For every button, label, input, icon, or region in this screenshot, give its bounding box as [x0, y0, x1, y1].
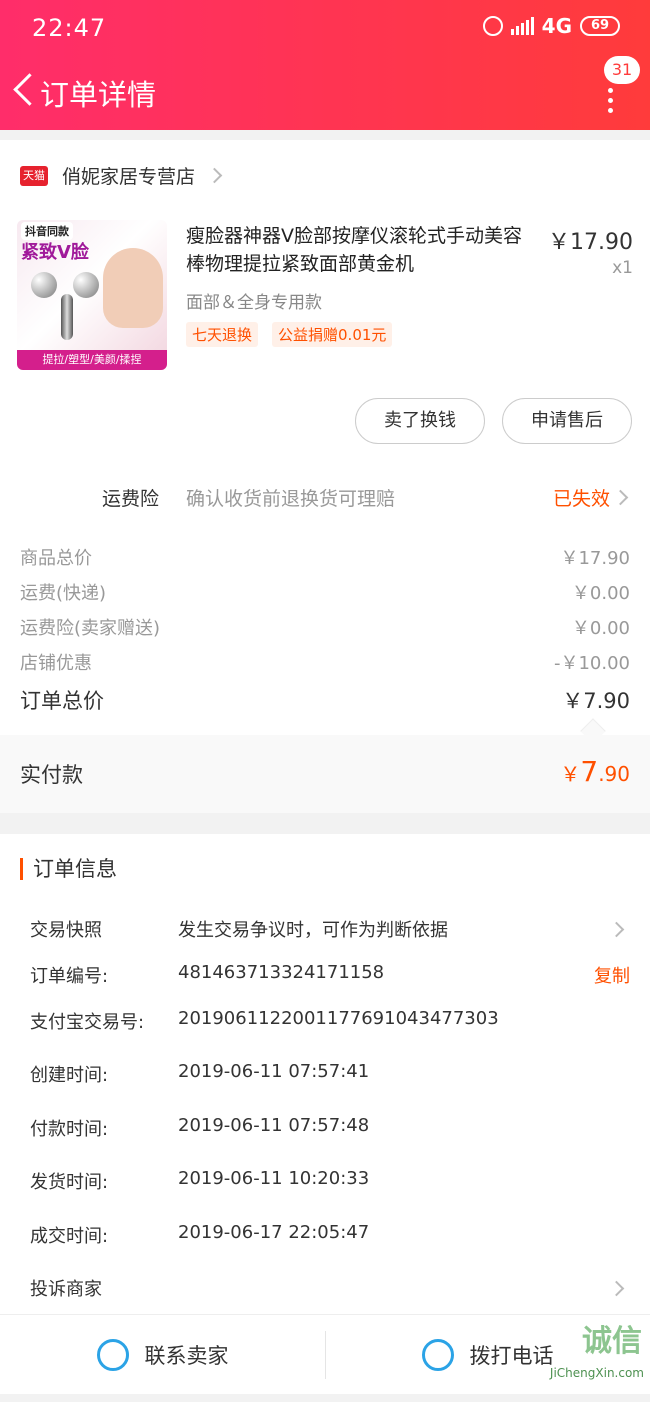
image-tag-main: 紧致V脸 — [21, 242, 89, 263]
status-time: 22:47 — [32, 14, 107, 42]
info-key: 发货时间: — [30, 1172, 109, 1193]
chat-icon — [96, 1339, 129, 1371]
paid-integer: 7 — [580, 755, 599, 788]
copy-button[interactable]: 复制 — [594, 962, 630, 988]
info-key: 成交时间: — [30, 1226, 109, 1247]
bottom-action-bar: 联系卖家 拨打电话 诚信 JiChengXin.com — [0, 1314, 650, 1394]
fee-label: 运费(快递) — [20, 583, 107, 604]
order-card: 天猫 俏妮家居专营店 抖音同款 紧致V脸 提拉/塑型/美颜/揉捏 瘦脸器神器V脸… — [0, 140, 650, 810]
image-band: 提拉/塑型/美颜/揉捏 — [17, 350, 167, 370]
shipped-time-row: 发货时间: 2019-06-11 10:20:33 — [30, 1168, 630, 1198]
header: 22:47 4G 69 订单详情 31 — [0, 0, 650, 130]
phone-icon — [421, 1339, 454, 1371]
info-value: 发生交易争议时，可作为判断依据 — [178, 920, 448, 941]
product-quantity: x1 — [612, 258, 633, 278]
order-info-card: 订单信息 交易快照 发生交易争议时，可作为判断依据 订单编号: 48146371… — [0, 834, 650, 1314]
fee-row: 运费(快递) ￥0.00 — [20, 579, 630, 609]
fee-row: 店铺优惠 -￥10.00 — [20, 649, 630, 679]
signal-icon — [510, 17, 534, 35]
order-number-row: 订单编号: 481463713324171158 复制 — [30, 962, 630, 992]
page-title: 订单详情 — [40, 78, 157, 112]
shipping-insurance-row[interactable]: 运费险 确认收货前退换货可理赔 已失效 — [0, 480, 650, 522]
info-key: 支付宝交易号: — [30, 1012, 145, 1033]
insurance-status: 已失效 — [552, 488, 610, 510]
status-icons: 4G 69 — [482, 14, 620, 38]
alipay-number-row: 支付宝交易号: 2019061122001177691043477303 — [30, 1008, 630, 1038]
product-image[interactable]: 抖音同款 紧致V脸 提拉/塑型/美颜/揉捏 — [17, 220, 167, 370]
fee-label: 店铺优惠 — [20, 653, 92, 674]
info-key: 投诉商家 — [30, 1279, 102, 1300]
info-value: 2019-06-17 22:05:47 — [178, 1222, 370, 1243]
fee-value: ￥0.00 — [571, 618, 630, 639]
call-label: 拨打电话 — [469, 1344, 554, 1368]
order-total-value: ￥7.90 — [562, 689, 630, 713]
nav-bar: 订单详情 31 — [0, 56, 650, 120]
alarm-icon — [482, 16, 503, 36]
chevron-right-icon — [608, 921, 625, 938]
contact-seller-label: 联系卖家 — [144, 1344, 229, 1368]
product-tags: 七天退换 公益捐赠0.01元 — [186, 322, 393, 347]
chevron-right-icon — [206, 167, 223, 184]
tmall-logo-icon: 天猫 — [20, 165, 48, 186]
fee-row: 运费险(卖家赠送) ￥0.00 — [20, 614, 630, 644]
insurance-desc: 确认收货前退换货可理赔 — [186, 488, 396, 510]
after-sale-button[interactable]: 申请售后 — [502, 398, 632, 444]
paid-decimal: .90 — [598, 762, 630, 786]
store-name: 俏妮家居专营店 — [62, 166, 196, 188]
status-bar: 22:47 4G 69 — [0, 0, 650, 56]
product-price: ￥17.90 — [548, 230, 633, 255]
created-time-row: 创建时间: 2019-06-11 07:57:41 — [30, 1061, 630, 1091]
info-key: 交易快照 — [30, 920, 102, 941]
more-menu-icon[interactable] — [608, 88, 614, 118]
info-value: 2019-06-11 07:57:48 — [178, 1115, 370, 1136]
store-link[interactable]: 天猫 俏妮家居专营店 — [20, 162, 223, 189]
paid-amount-row: 实付款 ￥7.90 — [0, 735, 650, 813]
network-type: 4G — [541, 14, 572, 38]
chevron-right-icon — [608, 1280, 625, 1297]
insurance-label: 运费险 — [102, 488, 160, 510]
complain-row[interactable]: 投诉商家 — [30, 1275, 630, 1305]
chevron-right-icon — [612, 489, 629, 506]
info-value: 481463713324171158 — [178, 962, 385, 983]
paid-value: ￥7.90 — [560, 755, 630, 788]
roller-illustration — [31, 272, 103, 342]
battery-icon: 69 — [580, 16, 620, 36]
paid-label: 实付款 — [20, 763, 83, 787]
sell-button[interactable]: 卖了换钱 — [355, 398, 485, 444]
fee-label: 运费险(卖家赠送) — [20, 618, 161, 639]
fee-value: ￥17.90 — [560, 548, 630, 569]
info-key: 创建时间: — [30, 1065, 109, 1086]
order-total-row: 订单总价 ￥7.90 — [20, 685, 630, 715]
fee-row: 商品总价 ￥17.90 — [20, 544, 630, 574]
info-key: 付款时间: — [30, 1119, 109, 1140]
product-spec: 面部＆全身专用款 — [186, 293, 322, 313]
paid-time-row: 付款时间: 2019-06-11 07:57:48 — [30, 1115, 630, 1145]
tag-charity: 公益捐赠0.01元 — [272, 322, 393, 347]
order-total-label: 订单总价 — [20, 689, 104, 713]
watermark-logo: 诚信 — [582, 1324, 642, 1359]
contact-seller-button[interactable]: 联系卖家 — [0, 1315, 325, 1395]
paid-currency: ￥ — [560, 762, 581, 786]
info-value: 2019-06-11 07:57:41 — [178, 1061, 370, 1082]
message-badge[interactable]: 31 — [604, 56, 640, 84]
fee-label: 商品总价 — [20, 548, 92, 569]
watermark-text: JiChengXin.com — [549, 1366, 644, 1380]
back-arrow-icon[interactable] — [10, 70, 40, 110]
fee-value: ￥0.00 — [571, 583, 630, 604]
info-value: 2019-06-11 10:20:33 — [178, 1168, 370, 1189]
info-key: 订单编号: — [30, 966, 109, 987]
model-face-illustration — [103, 248, 163, 328]
fee-value: -￥10.00 — [553, 653, 630, 674]
product-title[interactable]: 瘦脸器神器V脸部按摩仪滚轮式手动美容棒物理提拉紧致面部黄金机 — [186, 222, 536, 278]
snapshot-row[interactable]: 交易快照 发生交易争议时，可作为判断依据 — [30, 916, 630, 946]
info-value: 2019061122001177691043477303 — [178, 1008, 499, 1029]
tag-seven-day-return: 七天退换 — [186, 322, 259, 347]
order-info-heading: 订单信息 — [20, 858, 117, 880]
completed-time-row: 成交时间: 2019-06-17 22:05:47 — [30, 1222, 630, 1252]
